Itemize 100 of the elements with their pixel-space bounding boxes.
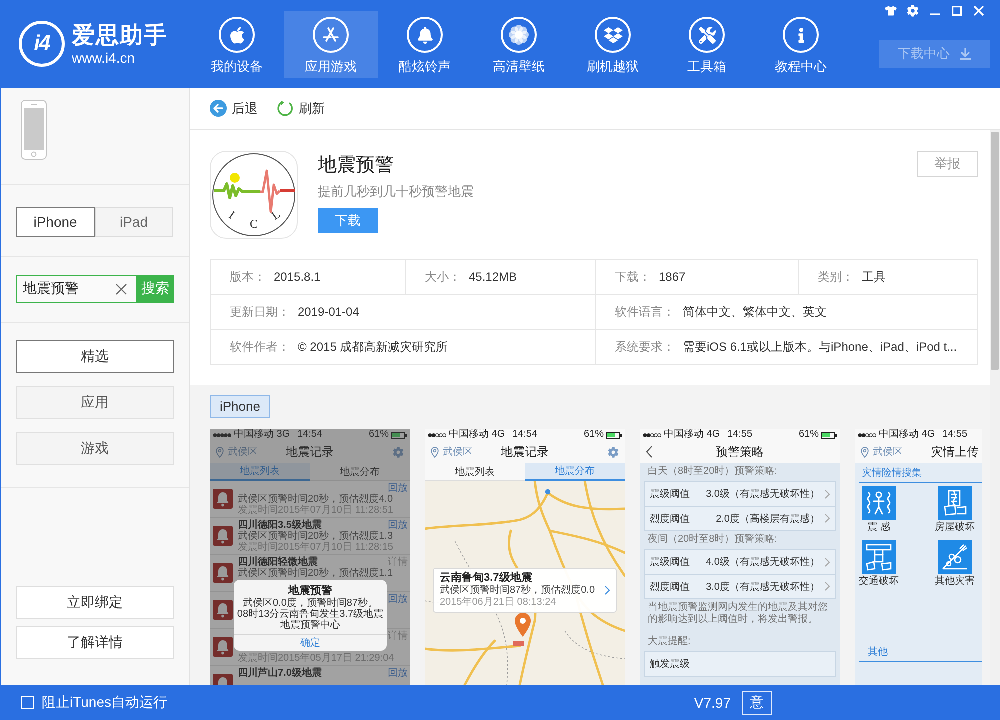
settings-icon[interactable]	[608, 446, 619, 458]
signal-icon	[858, 432, 877, 438]
replay-link[interactable]: 回放	[388, 594, 408, 604]
info-label: 版本：	[230, 268, 266, 286]
battery-icon	[606, 432, 622, 438]
carrier-text: 中国移动 4G	[664, 429, 720, 441]
category-button[interactable]: 应用	[16, 386, 174, 419]
record-title: 四川德阳轻微地震	[238, 556, 318, 568]
location-icon	[431, 446, 439, 458]
nav-tab[interactable]: 刷机越狱	[566, 11, 660, 78]
sidebar-button[interactable]: 立即绑定	[16, 586, 174, 619]
signal-icon	[213, 432, 232, 438]
device-tab[interactable]: iPhone	[210, 395, 270, 418]
search-field[interactable]: 地震预警	[16, 275, 137, 303]
section-heading: 大震提醒:	[647, 634, 692, 649]
checkbox[interactable]	[21, 696, 34, 709]
settings-row[interactable]: 震级阈值 3.0级（有震感无破坏性）	[645, 482, 835, 506]
nav-tab[interactable]: 高清壁纸	[472, 11, 566, 78]
setting-value: 3.0度（有震感无破坏性）	[706, 580, 820, 594]
confirm-button[interactable]: 确定	[234, 634, 387, 651]
bell-icon	[213, 526, 233, 546]
location-icon	[216, 446, 224, 458]
device-tab[interactable]: iPhone	[16, 207, 95, 237]
record-description: 武侯区预警时间20秒，预估烈度4.0	[238, 494, 394, 504]
segment-tab[interactable]: 地震列表	[425, 463, 525, 481]
maximize-icon[interactable]	[952, 6, 962, 16]
close-icon[interactable]	[974, 6, 984, 16]
back-button[interactable]: 后退	[210, 100, 258, 118]
nav-tab[interactable]: 教程中心	[754, 11, 848, 78]
footer-button[interactable]: 意	[742, 690, 772, 714]
segment-tab[interactable]: 地震分布	[310, 463, 410, 481]
earthquake-card[interactable]: 云南鲁甸3.7级地震 武侯区预警时间87秒，预估烈度0.0 2015年06月21日 08:13:24	[433, 568, 617, 613]
nav-tab[interactable]: 我的设备	[190, 11, 284, 78]
carrier-text: 中国移动 3G	[234, 429, 290, 441]
device-tab[interactable]: iPad	[95, 207, 173, 237]
info-value: 简体中文、繁体中文、英文	[683, 304, 827, 320]
bell-icon	[407, 17, 443, 53]
dialog-text: 武侯区0.0度，预警时间87秒。	[242, 598, 378, 609]
segment-tab[interactable]: 地震分布	[525, 463, 625, 481]
falling-rocks-icon[interactable]	[938, 540, 972, 574]
replay-link[interactable]: 回放	[388, 668, 408, 678]
nav-tab[interactable]: 酷炫铃声	[378, 11, 472, 78]
info-value: 2015.8.1	[274, 270, 321, 284]
info-label: 大小：	[425, 268, 461, 286]
signal-icon	[428, 432, 447, 438]
info-icon	[783, 17, 819, 53]
info-label: 下载：	[615, 268, 651, 286]
record-description: 武侯区预警时间20秒，预估烈度1.3	[238, 530, 394, 542]
location-text: 武侯区	[228, 446, 258, 459]
settings-row[interactable]: 触发震级	[645, 652, 835, 676]
status-time: 14:55	[727, 429, 753, 441]
back-chevron-icon[interactable]	[646, 446, 653, 458]
traffic-damage-icon[interactable]	[862, 540, 896, 574]
search-button[interactable]: 搜索	[137, 275, 174, 303]
category-button[interactable]: 精选	[16, 340, 174, 373]
nav-tab[interactable]: 应用游戏	[284, 11, 378, 78]
clear-icon[interactable]	[116, 284, 127, 294]
setting-label: 烈度阈值	[650, 512, 690, 526]
chevron-right-icon	[825, 558, 830, 566]
logo-mark: i4	[19, 21, 65, 67]
note-text: 当地震预警监测网内发生的地震及其对您的影响达到以上阈值时，将发出警报。	[647, 600, 829, 627]
dialog-text: 地震预警中心	[280, 620, 340, 631]
tile-label: 交通破坏	[859, 575, 899, 588]
replay-link[interactable]: 回放	[388, 520, 408, 530]
logo-letter: I	[226, 208, 238, 222]
location-text: 武侯区	[873, 446, 903, 459]
info-value: 工具	[862, 268, 886, 286]
shaking-person-icon[interactable]	[862, 486, 896, 520]
record-row[interactable]: 四川芦山7.0级地震 回放	[210, 666, 410, 685]
setting-value: 4.0级（有震感无破坏性）	[706, 556, 820, 569]
status-time: 14:55	[942, 429, 968, 441]
setting-value: 2.0度（高楼层有震感）	[716, 512, 820, 526]
settings-row[interactable]: 烈度阈值 3.0度（有震感无破坏性）	[645, 574, 835, 598]
category-button[interactable]: 游戏	[16, 432, 174, 465]
logo-letter: C	[250, 217, 258, 231]
report-button[interactable]: 举报	[917, 151, 978, 177]
chevron-right-icon	[605, 586, 610, 595]
settings-row[interactable]: 烈度阈值 2.0度（高楼层有震感）	[645, 506, 835, 530]
location-icon	[861, 446, 869, 458]
info-label: 软件语言：	[615, 304, 675, 320]
info-value: 45.12MB	[469, 270, 518, 284]
settings-icon[interactable]	[907, 5, 919, 17]
section-heading: 夜间（20时至8时）预警策略:	[647, 532, 778, 547]
chevron-right-icon	[825, 514, 830, 523]
sidebar-button[interactable]: 了解详情	[16, 626, 174, 659]
shirt-icon[interactable]	[885, 5, 897, 17]
box-icon	[595, 17, 631, 53]
version-text: V7.97	[694, 694, 731, 710]
logo-name: 爱思助手	[72, 22, 168, 48]
setting-label: 震级阈值	[650, 488, 690, 501]
replay-link[interactable]: 回放	[388, 482, 408, 494]
download-button[interactable]: 下载	[318, 208, 378, 233]
scrollbar-thumb[interactable]	[991, 132, 999, 370]
info-label: 系统要求：	[615, 338, 675, 356]
carrier-text: 中国移动 4G	[879, 429, 936, 441]
refresh-button[interactable]: 刷新	[277, 100, 325, 118]
bell-icon	[213, 489, 233, 509]
settings-row[interactable]: 震级阈值 4.0级（有震感无破坏性）	[645, 550, 835, 574]
damaged-building-icon[interactable]	[938, 486, 972, 520]
nav-tab[interactable]: 工具箱	[660, 11, 754, 78]
